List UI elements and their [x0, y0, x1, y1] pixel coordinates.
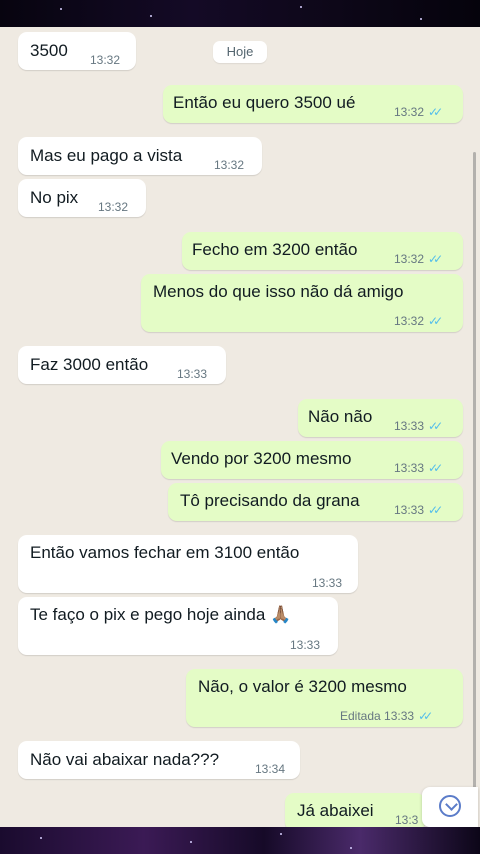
message-time: 13:33 [384, 709, 415, 723]
message-text: Menos do que isso não dá amigo [153, 282, 404, 301]
message-text: Faz 3000 então [30, 355, 149, 374]
star [280, 833, 282, 835]
message-time-with-ticks: Editada 13:33 ✓✓ [340, 705, 433, 727]
message-text: Mas eu pago a vista [30, 146, 183, 165]
incoming-message[interactable]: Não vai abaixar nada??? 13:34 [18, 741, 300, 779]
message-text: Não não [308, 407, 373, 426]
message-time: 13:32 [394, 252, 425, 266]
star [40, 837, 42, 839]
message-text: Vendo por 3200 mesmo [171, 449, 352, 468]
star [350, 847, 352, 849]
message-time: 13:3 [395, 813, 419, 827]
read-ticks-icon: ✓✓ [428, 461, 443, 475]
outgoing-message[interactable]: Menos do que isso não dá amigo 13:32 ✓✓ [141, 274, 463, 332]
message-time-with-ticks: 13:33 ✓✓ [394, 457, 443, 479]
message-time: 13:32 [394, 105, 425, 119]
message-time: 13:32 [90, 53, 121, 67]
message-text: Tô precisando da grana [180, 491, 360, 510]
star [190, 841, 192, 843]
message-time: 13:32 [214, 158, 245, 172]
outgoing-message[interactable]: Já abaixei 13:3 [285, 793, 425, 827]
date-chip: Hoje [213, 41, 267, 63]
message-time: 13:34 [255, 762, 286, 776]
outgoing-message[interactable]: Não, o valor é 3200 mesmo Editada 13:33 ✓… [186, 669, 463, 727]
message-time: 13:33 [177, 367, 208, 381]
message-time-with-ticks: 13:33 ✓✓ [394, 499, 443, 521]
message-time: 13:33 [394, 503, 425, 517]
star [60, 8, 62, 10]
read-ticks-icon: ✓✓ [428, 105, 443, 119]
message-time: 13:33 [394, 461, 425, 475]
outgoing-message[interactable]: Não não 13:33 ✓✓ [298, 399, 463, 437]
read-ticks-icon: ✓✓ [418, 709, 433, 723]
read-ticks-icon: ✓✓ [428, 314, 443, 328]
scrollbar[interactable] [473, 152, 476, 807]
bottom-background [0, 827, 480, 854]
incoming-message[interactable]: Faz 3000 então 13:33 [18, 346, 226, 384]
message-time: 13:33 [394, 419, 425, 433]
message-time: 13:33 [290, 638, 321, 652]
message-time-with-ticks: 13:32 ✓✓ [394, 310, 443, 332]
message-text: Não, o valor é 3200 mesmo [198, 677, 407, 696]
chat-area[interactable]: Hoje 3500 13:32 Então eu quero 3500 ué 1… [0, 27, 480, 827]
top-background [0, 0, 480, 27]
edited-label: Editada [340, 709, 381, 723]
message-text: Te faço o pix e pego hoje ainda 🙏🏽 [30, 605, 292, 624]
message-time-with-ticks: 13:33 ✓✓ [394, 415, 443, 437]
incoming-message[interactable]: Te faço o pix e pego hoje ainda 🙏🏽 13:33 [18, 597, 338, 655]
message-text: Então eu quero 3500 ué [173, 93, 356, 112]
incoming-message[interactable]: Mas eu pago a vista 13:32 [18, 137, 262, 175]
incoming-message[interactable]: 3500 13:32 [18, 32, 136, 70]
read-ticks-icon: ✓✓ [428, 503, 443, 517]
outgoing-message[interactable]: Fecho em 3200 então 13:32 ✓✓ [182, 232, 463, 270]
message-time: 13:33 [312, 576, 343, 590]
message-time-with-ticks: 13:32 ✓✓ [394, 248, 443, 270]
outgoing-message[interactable]: Vendo por 3200 mesmo 13:33 ✓✓ [161, 441, 463, 479]
message-text: No pix [30, 188, 79, 207]
message-text: Não vai abaixar nada??? [30, 750, 220, 769]
incoming-message[interactable]: Então vamos fechar em 3100 então 13:33 [18, 535, 358, 593]
outgoing-message[interactable]: Então eu quero 3500 ué 13:32 ✓✓ [163, 85, 463, 123]
incoming-message[interactable]: No pix 13:32 [18, 179, 146, 217]
read-ticks-icon: ✓✓ [428, 419, 443, 433]
scroll-to-bottom-button[interactable] [422, 787, 478, 827]
message-text: Já abaixei [297, 801, 374, 820]
read-ticks-icon: ✓✓ [428, 252, 443, 266]
message-text: 3500 [30, 41, 68, 60]
chevron-down-icon [439, 795, 461, 817]
outgoing-message[interactable]: Tô precisando da grana 13:33 ✓✓ [168, 483, 463, 521]
message-time: 13:32 [394, 314, 425, 328]
message-text: Fecho em 3200 então [192, 240, 358, 259]
message-time-with-ticks: 13:32 ✓✓ [394, 101, 443, 123]
star [300, 6, 302, 8]
message-text: Então vamos fechar em 3100 então [30, 543, 300, 562]
star [420, 18, 422, 20]
message-time: 13:32 [98, 200, 129, 214]
star [150, 15, 152, 17]
